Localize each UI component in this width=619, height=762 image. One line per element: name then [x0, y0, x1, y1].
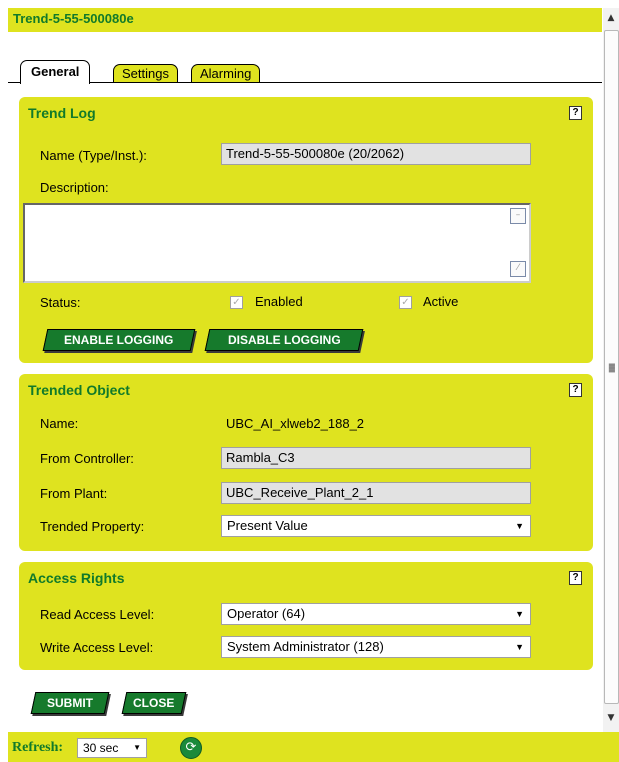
- object-name-value: UBC_AI_xlweb2_188_2: [226, 416, 365, 431]
- refresh-icon[interactable]: ⟳: [180, 737, 202, 759]
- write-access-select[interactable]: System Administrator (128) ▼: [221, 636, 531, 658]
- enable-logging-button-label: ENABLE LOGGING: [64, 333, 174, 347]
- tab-baseline: [8, 82, 602, 83]
- scroll-thumb[interactable]: ▬ ▬ ▬: [604, 30, 619, 704]
- from-controller-field: Rambla_C3: [221, 447, 531, 469]
- scroll-up-arrow-icon[interactable]: ▲: [603, 10, 619, 26]
- trended-property-value: Present Value: [227, 518, 308, 533]
- window-title: Trend-5-55-500080e: [13, 11, 134, 26]
- window-title-bar: Trend-5-55-500080e: [8, 8, 602, 32]
- refresh-interval-select[interactable]: 30 sec ▼: [77, 738, 147, 758]
- write-access-value: System Administrator (128): [227, 639, 384, 654]
- from-controller-label: From Controller:: [40, 451, 134, 466]
- refresh-bar: Refresh: 30 sec ▼ ⟳: [8, 732, 619, 762]
- trend-log-title: Trend Log: [28, 105, 96, 121]
- help-icon[interactable]: ?: [569, 106, 582, 120]
- trended-object-title: Trended Object: [28, 382, 130, 398]
- help-icon[interactable]: ?: [569, 383, 582, 397]
- description-textarea[interactable]: – ⁄: [23, 203, 531, 283]
- chevron-down-icon: ▼: [515, 521, 524, 531]
- close-button-label: CLOSE: [133, 696, 175, 710]
- enable-logging-button[interactable]: ENABLE LOGGING: [42, 329, 196, 351]
- trended-property-label: Trended Property:: [40, 519, 145, 534]
- close-button[interactable]: CLOSE: [121, 692, 187, 714]
- tab-alarming[interactable]: Alarming: [191, 64, 261, 82]
- refresh-label: Refresh:: [12, 740, 64, 755]
- from-plant-field: UBC_Receive_Plant_2_1: [221, 482, 531, 504]
- chevron-down-icon: ▼: [133, 743, 141, 752]
- help-icon[interactable]: ?: [569, 571, 582, 585]
- enabled-checkbox: ✓: [230, 296, 243, 309]
- textarea-scroll-up-icon[interactable]: –: [510, 208, 526, 224]
- scroll-grip-icon: ▬ ▬ ▬: [608, 360, 616, 375]
- name-type-inst-field: Trend-5-55-500080e (20/2062): [221, 143, 531, 165]
- submit-button-label: SUBMIT: [47, 696, 93, 710]
- enabled-label: Enabled: [255, 294, 303, 309]
- vertical-scrollbar[interactable]: ▲ ▬ ▬ ▬ ▼: [603, 8, 619, 732]
- textarea-resize-icon[interactable]: ⁄: [510, 261, 526, 277]
- refresh-interval-value: 30 sec: [83, 741, 119, 755]
- object-name-label: Name:: [40, 416, 79, 431]
- chevron-down-icon: ▼: [515, 642, 524, 652]
- active-checkbox: ✓: [399, 296, 412, 309]
- access-rights-panel: Access Rights ? Read Access Level: Opera…: [19, 562, 593, 670]
- read-access-value: Operator (64): [227, 606, 306, 621]
- write-access-label: Write Access Level:: [40, 640, 154, 655]
- access-rights-title: Access Rights: [28, 570, 125, 586]
- tab-bar: Settings Alarming General: [8, 60, 602, 84]
- description-label: Description:: [40, 180, 109, 195]
- disable-logging-button-label: DISABLE LOGGING: [227, 333, 341, 347]
- tab-general[interactable]: General: [20, 60, 91, 84]
- from-plant-label: From Plant:: [40, 486, 108, 501]
- read-access-label: Read Access Level:: [40, 607, 155, 622]
- scroll-down-arrow-icon[interactable]: ▼: [603, 710, 619, 726]
- tab-settings[interactable]: Settings: [113, 64, 178, 82]
- disable-logging-button[interactable]: DISABLE LOGGING: [204, 329, 364, 351]
- submit-button[interactable]: SUBMIT: [30, 692, 110, 714]
- status-label: Status:: [40, 295, 81, 310]
- chevron-down-icon: ▼: [515, 609, 524, 619]
- read-access-select[interactable]: Operator (64) ▼: [221, 603, 531, 625]
- trended-property-select[interactable]: Present Value ▼: [221, 515, 531, 537]
- trended-object-panel: Trended Object ? Name: UBC_AI_xlweb2_188…: [19, 374, 593, 551]
- active-label: Active: [423, 294, 459, 309]
- name-type-inst-label: Name (Type/Inst.):: [40, 148, 147, 163]
